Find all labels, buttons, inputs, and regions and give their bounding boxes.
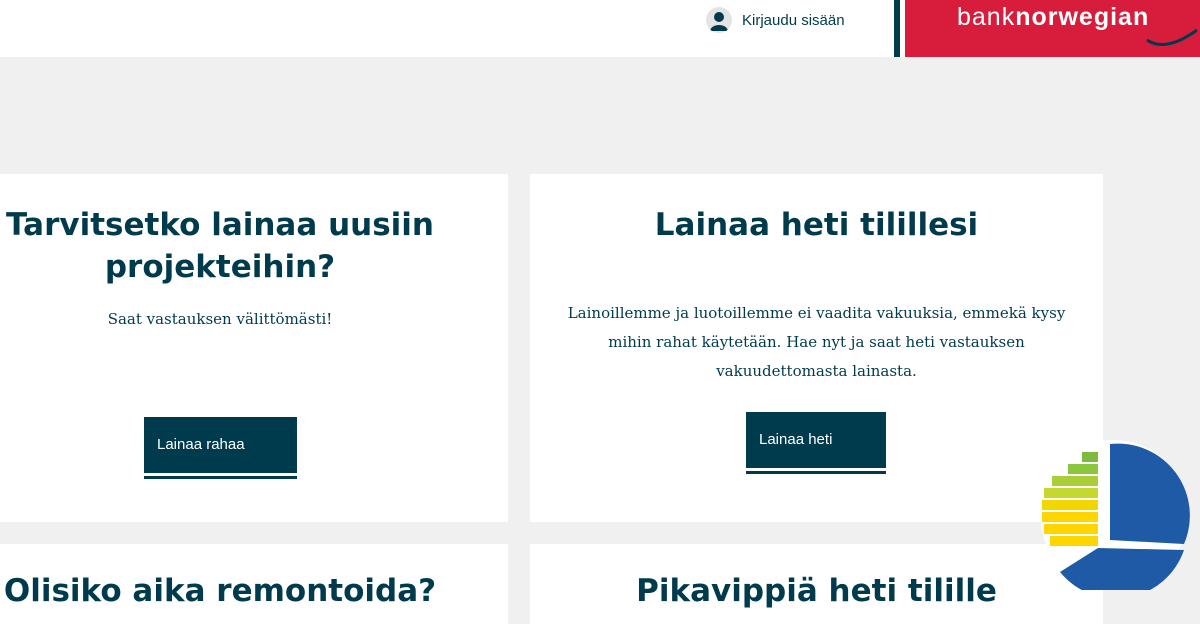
brand-logo[interactable]: banknorwegian bbox=[905, 0, 1200, 57]
card-title: Tarvitsetko lainaa uusiin projekteihin? bbox=[6, 207, 434, 285]
energy-rating-badge-icon[interactable] bbox=[1038, 438, 1190, 590]
card-text: Saat vastauksen välittömästi! bbox=[107, 310, 333, 328]
top-bar: Kirjaudu sisään banknorwegian bbox=[0, 0, 1200, 57]
swoosh-icon bbox=[1146, 28, 1198, 47]
login-label: Kirjaudu sisään bbox=[742, 11, 845, 29]
card-renovation: Olisiko aika remontoida? bbox=[0, 544, 508, 624]
card-text: Lainoillemme ja luotoillemme ei vaadita … bbox=[567, 304, 1066, 380]
brand-separator bbox=[894, 0, 900, 57]
user-icon bbox=[706, 7, 732, 33]
login-link[interactable]: Kirjaudu sisään bbox=[706, 6, 845, 34]
card-quick-loan: Pikavippiä heti tilille bbox=[530, 544, 1103, 624]
card-title: Pikavippiä heti tilille bbox=[636, 573, 997, 609]
lainaa-heti-button[interactable]: Lainaa heti bbox=[746, 412, 886, 474]
card-loan-projects: Tarvitsetko lainaa uusiin projekteihin? … bbox=[0, 174, 508, 522]
brand-name: banknorwegian bbox=[957, 3, 1150, 31]
card-loan-account: Lainaa heti tilillesi Lainoillemme ja lu… bbox=[530, 174, 1103, 522]
card-title: Lainaa heti tilillesi bbox=[654, 207, 979, 243]
card-title: Olisiko aika remontoida? bbox=[3, 573, 437, 609]
lainaa-rahaa-button[interactable]: Lainaa rahaa bbox=[144, 417, 297, 479]
